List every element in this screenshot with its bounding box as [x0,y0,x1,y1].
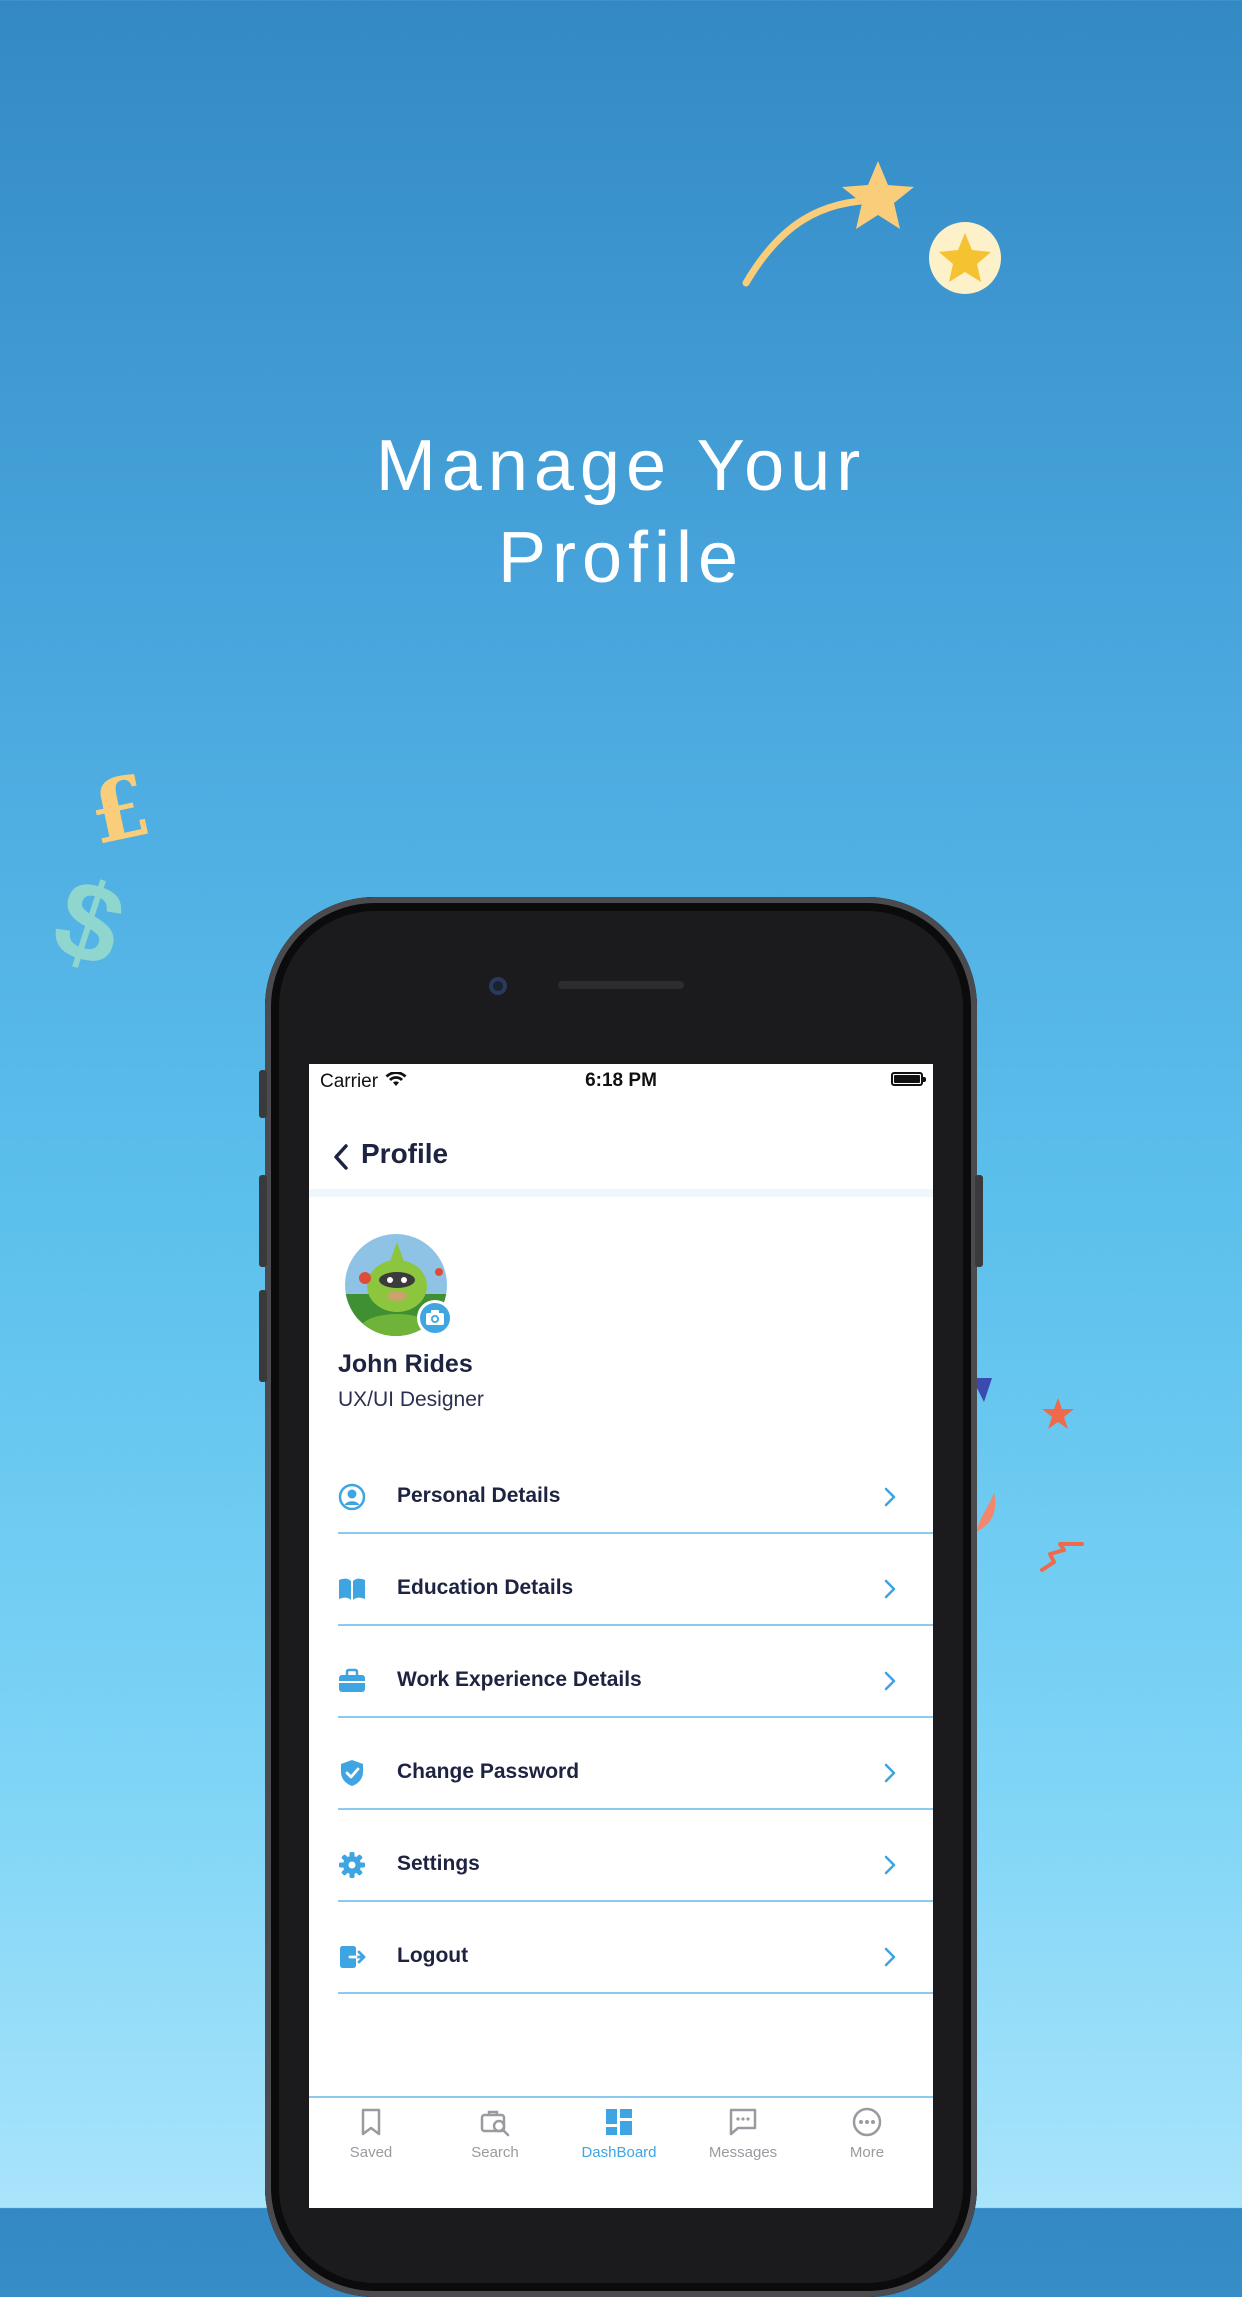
app-screen: Carrier 6:18 PM Profile John Rides UX/UI… [309,1064,933,2208]
tab-more[interactable]: More [805,2106,929,2196]
menu-divider [338,1624,933,1626]
tab-bar: Saved Search DashBoard Messages More [309,2096,933,2208]
shooting-star-decoration [742,161,1001,294]
menu-item-work-experience-details[interactable]: Work Experience Details [309,1642,933,1734]
chevron-right-icon [884,1947,896,1967]
menu-item-label: Work Experience Details [397,1668,642,1691]
menu-divider [338,1532,933,1534]
chevron-right-icon [884,1579,896,1599]
avatar[interactable] [345,1234,453,1342]
headline: Manage Your Profile [0,420,1242,604]
bookmark-icon [361,2108,381,2136]
logout-icon [340,1946,366,1968]
camera-icon [426,1310,444,1325]
pound-symbol-decoration: £ [80,755,159,864]
profile-menu: Personal Details Education Details Work … [309,1458,933,2010]
tab-label: Saved [349,2144,393,2161]
dashboard-icon [606,2109,632,2135]
page-title: Profile [361,1138,449,1169]
phone-front-camera [489,977,507,995]
header-divider [309,1189,933,1197]
menu-item-settings[interactable]: Settings [309,1826,933,1918]
tab-label: Search [471,2144,519,2161]
phone-volume-up-button [259,1175,267,1267]
menu-item-label: Settings [397,1852,480,1875]
menu-item-label: Logout [397,1944,469,1967]
headline-line2: Profile [497,518,745,598]
small-star-decoration [1042,1398,1074,1429]
menu-divider [338,1900,933,1902]
menu-item-personal-details[interactable]: Personal Details [309,1458,933,1550]
tab-label: More [849,2144,885,2161]
menu-item-label: Change Password [397,1760,580,1783]
menu-item-change-password[interactable]: Change Password [309,1734,933,1826]
headline-line1: Manage Your [375,426,867,506]
book-icon [339,1578,365,1600]
chevron-right-icon [884,1855,896,1875]
chevron-right-icon [884,1487,896,1507]
zigzag-decoration [1040,1542,1084,1572]
chevron-right-icon [884,1763,896,1783]
menu-item-education-details[interactable]: Education Details [309,1550,933,1642]
gear-icon [339,1852,365,1878]
menu-divider [338,1808,933,1810]
user-role: UX/UI Designer [338,1388,484,1411]
user-name: John Rides [338,1350,473,1378]
more-icon [852,2107,882,2137]
menu-item-logout[interactable]: Logout [309,1918,933,2010]
battery-icon [891,1072,926,1086]
message-icon [729,2108,757,2136]
tab-messages[interactable]: Messages [681,2106,805,2196]
tab-label: DashBoard [581,2144,657,2161]
phone-power-button [975,1175,983,1267]
tab-dashboard[interactable]: DashBoard [557,2106,681,2196]
status-time: 6:18 PM [585,1070,657,1091]
phone-speaker [558,981,684,989]
shield-check-icon [341,1760,363,1786]
dollar-symbol-decoration: $ [40,853,139,992]
status-bar: Carrier 6:18 PM [309,1064,933,1098]
nav-bar: Profile [309,1114,933,1198]
phone-mute-switch [259,1070,267,1118]
phone-volume-down-button [259,1290,267,1382]
tab-saved[interactable]: Saved [309,2106,433,2196]
briefcase-search-icon [480,2110,510,2137]
user-circle-icon [338,1483,366,1511]
chevron-right-icon [884,1671,896,1691]
menu-divider [338,1992,933,1994]
tab-search[interactable]: Search [433,2106,557,2196]
chevron-left-icon[interactable] [331,1142,353,1172]
briefcase-icon [339,1668,365,1692]
camera-badge[interactable] [417,1300,453,1336]
menu-divider [338,1716,933,1718]
tab-label: Messages [708,2144,778,2161]
menu-item-label: Personal Details [397,1484,561,1507]
menu-item-label: Education Details [397,1576,574,1599]
